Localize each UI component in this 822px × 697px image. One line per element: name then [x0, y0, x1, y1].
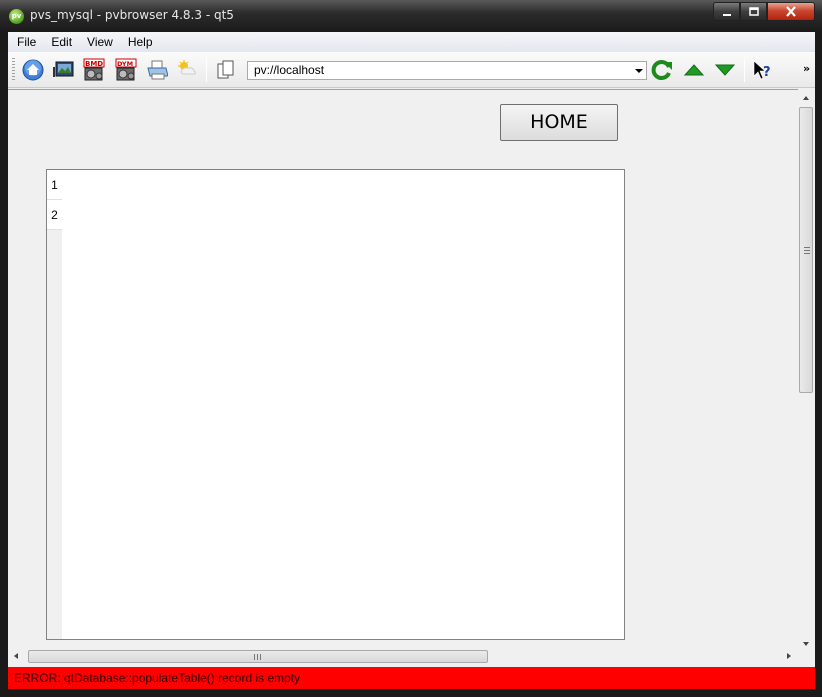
scroll-right-arrow-icon[interactable]: [787, 653, 791, 659]
menu-bar: File Edit View Help: [8, 32, 815, 52]
sun-icon: [178, 60, 196, 75]
print-toolbar-button[interactable]: [145, 58, 169, 82]
dynamic-server-icon: DYM: [115, 58, 137, 81]
horizontal-scroll-thumb[interactable]: [28, 650, 488, 663]
svg-text:BMD: BMD: [85, 60, 103, 68]
whats-this-icon: ?: [753, 60, 771, 80]
maximize-icon: [748, 6, 759, 16]
copy-toolbar-button[interactable]: [214, 58, 238, 82]
row-header[interactable]: 2: [47, 200, 62, 230]
scroll-grip-icon: [254, 654, 261, 660]
close-button[interactable]: [767, 2, 815, 21]
svg-text:DYM: DYM: [117, 60, 133, 68]
status-message: ERROR: qtDatabase::populateTable() recor…: [14, 671, 301, 685]
client-area: File Edit View Help BMD DYM pv://localho…: [8, 32, 815, 689]
maximize-button[interactable]: [740, 2, 767, 21]
menu-file[interactable]: File: [10, 32, 44, 52]
arrow-down-icon: [714, 64, 736, 76]
url-value: pv://localhost: [254, 63, 325, 77]
vertical-scroll-thumb[interactable]: [799, 107, 813, 393]
title-bar[interactable]: pv pvs_mysql - pvbrowser 4.8.3 - qt5: [0, 0, 822, 32]
window-title: pvs_mysql - pvbrowser 4.8.3 - qt5: [30, 8, 234, 22]
row-header[interactable]: 1: [47, 170, 62, 200]
menu-edit[interactable]: Edit: [44, 32, 80, 52]
status-bar: ERROR: qtDatabase::populateTable() recor…: [8, 667, 815, 689]
toolbar-grip[interactable]: [12, 58, 15, 82]
server-icon: BMD: [83, 58, 105, 81]
scrollbar-corner: [798, 648, 815, 665]
toolbar-separator: [206, 58, 207, 82]
home-toolbar-button[interactable]: [21, 58, 45, 82]
data-table[interactable]: 1 2: [46, 169, 625, 640]
toolbar-separator: [744, 58, 745, 82]
home-icon: [22, 59, 44, 81]
minimize-button[interactable]: [713, 2, 740, 21]
sun-toolbar-button[interactable]: [174, 58, 198, 82]
menu-help[interactable]: Help: [121, 32, 161, 52]
dynamic-server-toolbar-button[interactable]: DYM: [114, 58, 138, 82]
content-area: HOME 1 2: [8, 89, 798, 655]
reload-toolbar-button[interactable]: [650, 58, 674, 82]
arrow-up-icon: [683, 64, 705, 76]
print-icon: [147, 60, 168, 80]
scroll-up-arrow-icon[interactable]: [803, 96, 809, 100]
scroll-grip-icon: [804, 247, 810, 254]
pvbrowser-app-icon[interactable]: pv: [9, 9, 24, 24]
screenshot-toolbar-button[interactable]: [51, 58, 75, 82]
window-controls: [713, 2, 815, 22]
menu-view[interactable]: View: [80, 32, 121, 52]
toolbar: BMD DYM pv://localhost ? »: [8, 52, 815, 88]
toolbar-overflow-button[interactable]: »: [803, 62, 810, 75]
chevron-down-icon[interactable]: [635, 69, 643, 73]
minimize-icon: [722, 13, 731, 16]
row-headers: 1 2: [47, 170, 62, 639]
scroll-left-arrow-icon[interactable]: [14, 653, 18, 659]
home-button[interactable]: HOME: [500, 104, 618, 141]
svg-text:?: ?: [763, 65, 771, 80]
whats-this-toolbar-button[interactable]: ?: [750, 58, 774, 82]
copy-icon: [217, 60, 234, 79]
reload-icon: [651, 60, 672, 80]
close-icon: [786, 6, 796, 17]
vertical-scrollbar[interactable]: [798, 89, 815, 655]
screenshot-icon: [53, 61, 74, 77]
horizontal-scrollbar[interactable]: [8, 648, 798, 665]
application-window: pv pvs_mysql - pvbrowser 4.8.3 - qt5 Fil…: [0, 0, 822, 697]
arrow-down-toolbar-button[interactable]: [713, 58, 737, 82]
url-combobox[interactable]: pv://localhost: [247, 61, 647, 80]
arrow-up-toolbar-button[interactable]: [682, 58, 706, 82]
server-toolbar-button[interactable]: BMD: [82, 58, 106, 82]
scroll-down-arrow-icon[interactable]: [803, 642, 809, 646]
